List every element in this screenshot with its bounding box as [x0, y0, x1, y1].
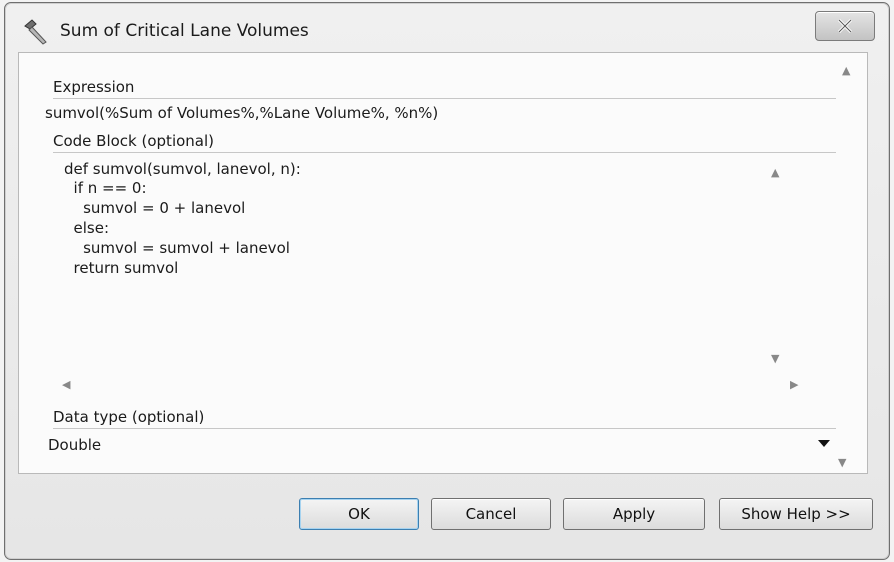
apply-button[interactable]: Apply: [563, 498, 705, 530]
title-bar[interactable]: Sum of Critical Lane Volumes: [5, 3, 889, 55]
code-block-label: Code Block (optional): [53, 132, 215, 150]
ok-button[interactable]: OK: [299, 498, 419, 530]
expression-input[interactable]: sumvol(%Sum of Volumes%,%Lane Volume%, %…: [45, 104, 438, 122]
show-help-button[interactable]: Show Help >>: [719, 498, 873, 530]
data-type-select[interactable]: Double: [48, 436, 101, 454]
code-scroll-left-icon[interactable]: ◀: [62, 378, 70, 391]
data-type-label: Data type (optional): [53, 408, 205, 426]
close-icon: [837, 19, 853, 33]
code-scroll-up-icon[interactable]: ▲: [771, 166, 779, 179]
code-block-editor[interactable]: def sumvol(sumvol, lanevol, n): if n == …: [46, 154, 836, 398]
code-scroll-right-icon[interactable]: ▶: [790, 378, 798, 391]
scroll-down-arrow-icon[interactable]: ▼: [838, 456, 846, 469]
hammer-icon: [24, 19, 47, 45]
close-button[interactable]: [815, 11, 875, 41]
window-title: Sum of Critical Lane Volumes: [60, 21, 309, 41]
code-line: sumvol = sumvol + lanevol: [64, 239, 290, 257]
divider: [53, 152, 836, 153]
code-line: if n == 0:: [64, 179, 147, 197]
expression-label: Expression: [53, 78, 135, 96]
divider: [53, 428, 836, 429]
divider: [53, 98, 836, 99]
scroll-up-arrow-icon[interactable]: ▲: [842, 64, 850, 77]
code-line: else:: [64, 219, 110, 237]
dropdown-arrow-icon[interactable]: [818, 440, 830, 447]
code-scroll-down-icon[interactable]: ▼: [771, 352, 779, 365]
code-line: return sumvol: [64, 259, 179, 277]
code-line: def sumvol(sumvol, lanevol, n):: [64, 160, 301, 178]
code-line: sumvol = 0 + lanevol: [64, 199, 246, 217]
cancel-button[interactable]: Cancel: [431, 498, 551, 530]
